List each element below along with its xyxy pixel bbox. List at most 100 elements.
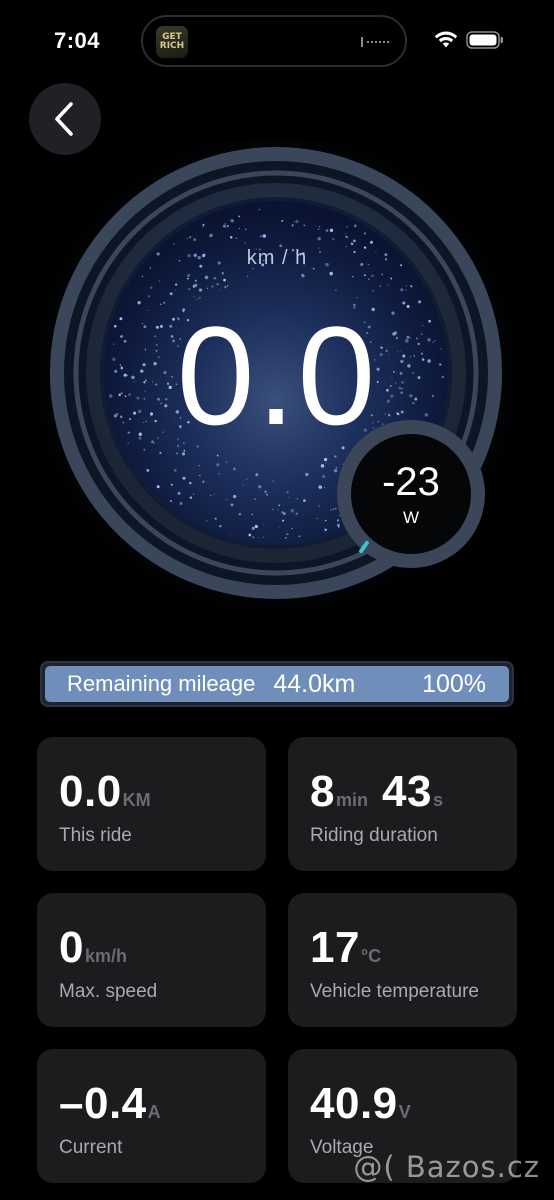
star-particle [286,491,289,494]
power-unit: W [402,508,420,527]
star-particle [170,483,173,486]
max-speed-unit: km/h [84,946,127,966]
star-particle [238,512,242,516]
star-particle [266,493,268,496]
star-particle [235,237,238,239]
star-particle [288,496,290,499]
speed-unit: km / h [246,247,308,269]
star-particle [278,504,281,507]
star-particle [189,236,191,238]
card-current: –0.4A Current [37,1049,266,1183]
star-particle [213,276,217,280]
star-particle [226,285,229,287]
star-particle [169,500,172,502]
duration-minutes-value: 8 [310,767,335,816]
star-particle [238,227,240,229]
star-particle [324,519,327,522]
star-particle [262,234,267,238]
card-max-speed: 0km/h Max. speed [37,893,266,1027]
star-particle [188,288,191,291]
star-particle [324,457,328,462]
star-particle [325,229,329,232]
star-particle [246,275,249,278]
this-ride-value: 0.0 [59,767,122,816]
star-particle [182,476,186,480]
star-particle [295,512,299,516]
star-particle [186,273,191,278]
star-particle [272,480,274,482]
this-ride-label: This ride [59,825,132,846]
star-particle [198,464,200,467]
star-particle [353,224,357,228]
star-particle [244,228,247,231]
star-particle [353,239,356,243]
star-particle [260,235,262,238]
star-particle [322,475,326,479]
star-particle [193,238,197,242]
star-particle [387,284,389,286]
star-particle [333,469,338,473]
star-particle [379,285,382,288]
star-particle [244,241,247,244]
audio-wave-icon [361,37,389,47]
star-particle [175,289,177,291]
star-particle [263,523,265,525]
star-particle [318,485,322,489]
star-particle [189,496,193,499]
max-speed-label: Max. speed [59,981,158,1002]
star-particle [336,523,340,527]
duration-seconds-value: 43 [382,767,432,816]
star-particle [177,491,181,495]
star-particle [242,484,244,486]
star-particle [278,526,280,528]
star-particle [369,240,374,244]
star-particle [218,289,220,291]
star-particle [345,235,348,239]
star-particle [301,274,305,278]
star-particle [224,286,227,289]
star-particle [335,289,337,291]
star-particle [320,464,325,468]
star-particle [205,520,208,522]
star-particle [156,485,160,489]
star-particle [344,233,346,235]
star-particle [169,292,173,296]
power-value: -23 [382,460,440,504]
star-particle [372,289,375,292]
temperature-label: Vehicle temperature [310,981,479,1002]
star-particle [218,473,220,475]
star-particle [318,505,321,507]
star-particle [213,493,215,495]
star-particle [352,275,354,278]
dynamic-island: GET RICH [141,15,407,67]
star-particle [325,462,327,464]
star-particle [209,233,213,238]
star-particle [187,277,189,280]
card-vehicle-temperature: 17°C Vehicle temperature [288,893,517,1027]
star-particle [404,289,407,291]
star-particle [198,288,203,292]
status-time: 7:04 [54,28,101,53]
watermark: @( Bazos.cz [353,1150,540,1184]
star-particle [189,481,192,485]
star-particle [206,287,209,289]
star-particle [210,494,212,496]
star-particle [291,224,294,227]
star-particle [336,519,340,522]
star-particle [230,219,234,223]
star-particle [363,274,366,277]
star-particle [254,498,257,501]
star-particle [400,288,404,292]
star-particle [202,480,205,484]
star-particle [226,461,228,463]
star-particle [332,508,335,511]
card-this-ride: 0.0KM This ride [37,737,266,871]
star-particle [216,283,219,286]
star-particle [371,274,374,278]
star-particle [158,280,161,282]
duration-seconds-unit: s [432,790,443,810]
star-particle [223,278,226,282]
star-particle [192,493,195,495]
power-dial: -23 W [337,420,485,568]
card-riding-duration: 8min 43s Riding duration [288,737,517,871]
